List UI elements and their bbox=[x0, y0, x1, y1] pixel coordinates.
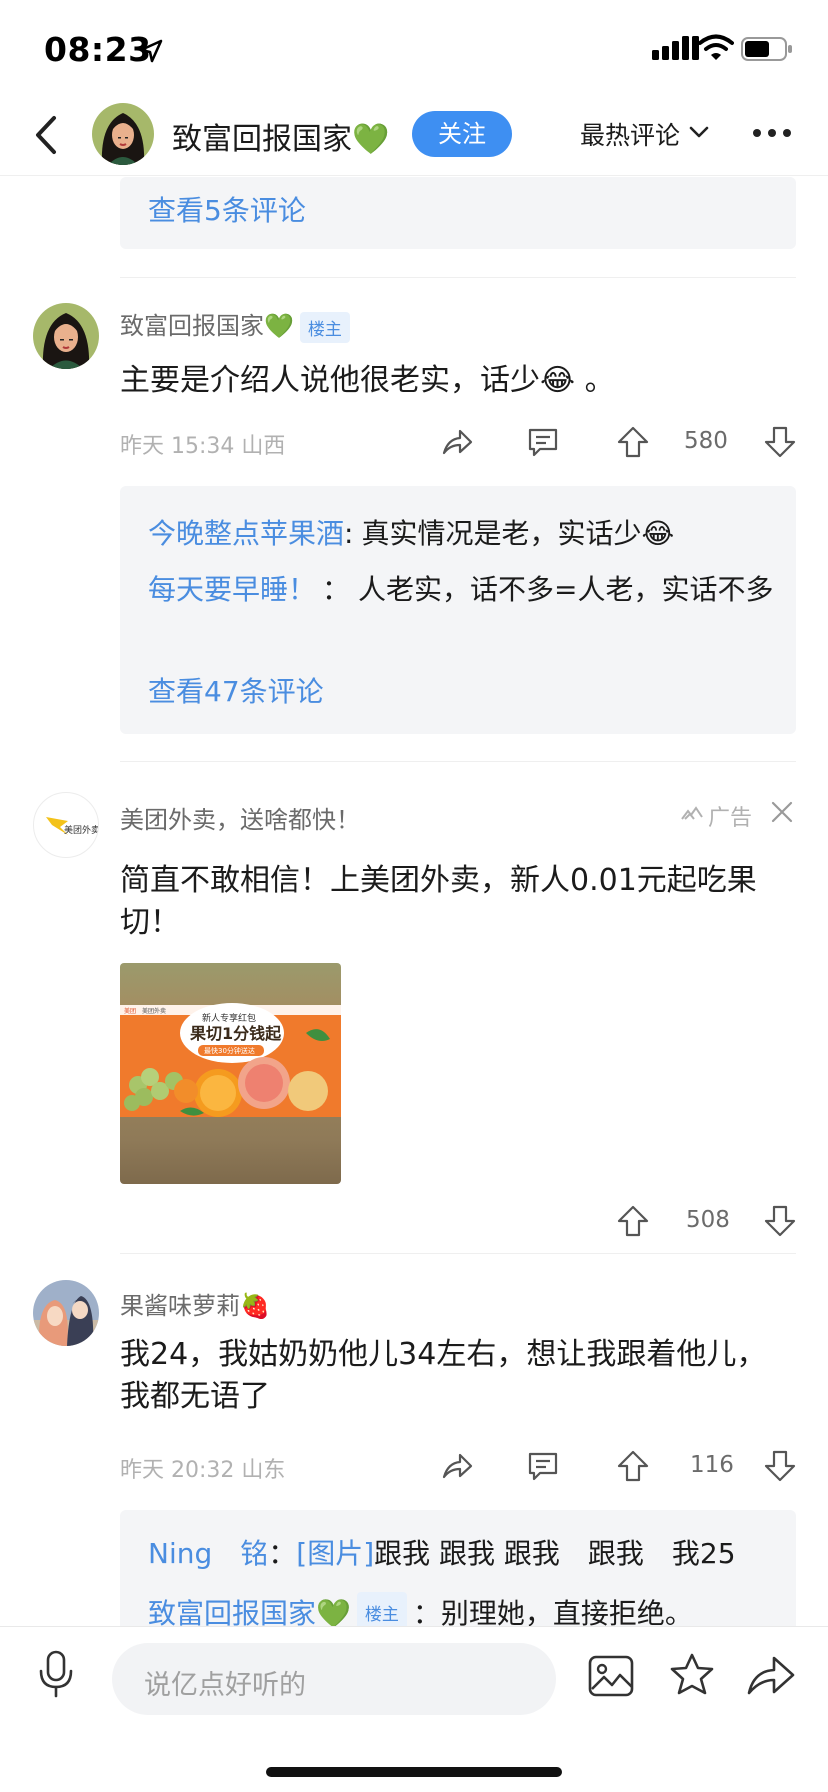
ad-image[interactable]: 美团 美团外卖 新人专享红包 果切1分钱起 最快30分钟送达 bbox=[120, 963, 341, 1184]
commenter-avatar[interactable] bbox=[33, 303, 99, 369]
reply-item: Ning 铭：[图片]跟我 跟我 跟我 跟我 我25 bbox=[148, 1534, 788, 1574]
sort-selector-label[interactable]: 最热评论 bbox=[580, 116, 680, 152]
back-arrow-icon[interactable] bbox=[32, 114, 62, 156]
fruit-banner-image: 美团 美团外卖 新人专享红包 果切1分钱起 最快30分钟送达 bbox=[120, 963, 341, 1184]
commenter-name[interactable]: 致富回报国家💚 楼主 bbox=[120, 306, 350, 343]
anime-couple-avatar-icon bbox=[33, 1280, 99, 1346]
reply-item: 每天要早睡！：人老实，话不多=人老，实话不多 bbox=[148, 570, 778, 610]
reply-comment-icon[interactable] bbox=[526, 425, 560, 459]
commenter-avatar[interactable] bbox=[33, 1280, 99, 1346]
wifi-icon bbox=[698, 34, 734, 60]
meituan-logo-icon: 美团外卖 bbox=[46, 817, 99, 836]
downvote-arrow-icon[interactable] bbox=[763, 1449, 797, 1483]
comment-time-location: 昨天 20:32 山东 bbox=[120, 1458, 286, 1483]
banner-subline: 最快30分钟送达 bbox=[204, 1046, 255, 1055]
ad-label: 广告 bbox=[708, 806, 753, 831]
location-arrow-icon bbox=[139, 39, 163, 63]
author-name[interactable]: 致富回报国家💚 bbox=[172, 114, 389, 158]
reply-user[interactable]: Ning 铭 bbox=[148, 1537, 268, 1570]
comment-text: 主要是介绍人说他很老实，话少😂 。 bbox=[120, 363, 615, 398]
comment-input[interactable]: 说亿点好听的 bbox=[112, 1643, 556, 1715]
view-more-replies-link[interactable]: 查看47条评论 bbox=[148, 670, 324, 710]
banner-brand-right: 美团外卖 bbox=[142, 1007, 166, 1015]
like-count: 116 bbox=[690, 1452, 734, 1478]
reply-image-link[interactable]: [图片] bbox=[296, 1537, 374, 1570]
home-indicator bbox=[266, 1767, 562, 1777]
banner-headline: 果切1分钱起 bbox=[189, 1024, 282, 1043]
reply-text: 跟我 跟我 跟我 跟我 我25 bbox=[374, 1537, 736, 1570]
like-count: 580 bbox=[684, 428, 728, 454]
status-time: 08:23 bbox=[44, 30, 152, 69]
woman-portrait-icon bbox=[92, 103, 154, 165]
reply-comment-icon[interactable] bbox=[526, 1449, 560, 1483]
image-picker-icon[interactable] bbox=[588, 1655, 634, 1697]
nav-header: 致富回报国家💚 关注 最热评论 bbox=[0, 96, 828, 176]
close-icon[interactable] bbox=[770, 800, 794, 824]
reply-box: Ning 铭：[图片]跟我 跟我 跟我 跟我 我25 致富回报国家💚 楼主 ：别理她… bbox=[120, 1510, 796, 1640]
ad-mark-icon bbox=[681, 806, 703, 820]
op-badge: 楼主 bbox=[299, 311, 350, 343]
divider bbox=[120, 1253, 796, 1254]
ad-text: 简直不敢相信！上美团外卖，新人0.01元起吃果切！ bbox=[120, 863, 757, 940]
more-options-icon[interactable] bbox=[752, 126, 792, 140]
upvote-arrow-icon[interactable] bbox=[616, 425, 650, 459]
reply-separator: : bbox=[344, 517, 354, 550]
advertiser-name[interactable]: 美团外卖，送啥都快！ bbox=[120, 800, 360, 835]
reply-separator: ： bbox=[268, 1537, 297, 1570]
banner-brand-left: 美团 bbox=[124, 1007, 136, 1015]
follow-button[interactable]: 关注 bbox=[412, 111, 512, 157]
advertiser-logo[interactable]: 美团外卖 bbox=[33, 792, 99, 858]
woman-portrait-icon bbox=[33, 303, 99, 369]
reply-item: 今晚整点苹果酒: 真实情况是老，实话少😂 bbox=[148, 514, 778, 554]
reply-user[interactable]: 今晚整点苹果酒 bbox=[148, 517, 344, 550]
commenter-name[interactable]: 果酱味萝莉🍓 bbox=[120, 1286, 270, 1321]
reply-box: 今晚整点苹果酒: 真实情况是老，实话少😂 每天要早睡！：人老实，话不多=人老，实话… bbox=[120, 486, 796, 734]
view-more-replies-link[interactable]: 查看5条评论 bbox=[148, 189, 306, 229]
reply-user[interactable]: 每天要早睡！ bbox=[148, 573, 316, 606]
commenter-name-text[interactable]: 致富回报国家💚 bbox=[120, 312, 294, 340]
comment-input-placeholder: 说亿点好听的 bbox=[144, 1670, 306, 1701]
reply-text: 人老实，话不多=人老，实话不多 bbox=[358, 573, 774, 606]
share-icon[interactable] bbox=[440, 425, 474, 459]
downvote-arrow-icon[interactable] bbox=[763, 425, 797, 459]
bottom-input-bar: 说亿点好听的 bbox=[0, 1626, 828, 1792]
battery-icon bbox=[741, 37, 792, 61]
divider bbox=[120, 761, 796, 762]
comment-text: 我24，我姑奶奶他儿34左右，想让我跟着他儿，我都无语了 bbox=[120, 1337, 767, 1414]
divider bbox=[120, 277, 796, 278]
banner-headline-small: 新人专享红包 bbox=[202, 1012, 256, 1024]
share-icon[interactable] bbox=[440, 1449, 474, 1483]
author-avatar[interactable] bbox=[92, 103, 154, 165]
upvote-arrow-icon[interactable] bbox=[616, 1449, 650, 1483]
like-count: 508 bbox=[686, 1207, 730, 1233]
reply-separator: ： bbox=[322, 573, 351, 606]
comment-time-location: 昨天 15:34 山西 bbox=[120, 434, 286, 459]
chevron-down-icon[interactable] bbox=[688, 124, 710, 140]
microphone-icon[interactable] bbox=[36, 1649, 76, 1699]
downvote-arrow-icon[interactable] bbox=[763, 1204, 797, 1238]
status-bar: 08:23 bbox=[0, 0, 828, 96]
upvote-arrow-icon[interactable] bbox=[616, 1204, 650, 1238]
reply-text: 真实情况是老，实话少😂 bbox=[361, 517, 675, 550]
favorite-star-icon[interactable] bbox=[668, 1651, 716, 1699]
reply-box-fragment: 查看5条评论 bbox=[120, 177, 796, 249]
advertiser-logo-text: 美团外卖 bbox=[64, 824, 99, 836]
cellular-signal-icon bbox=[652, 36, 699, 60]
share-icon[interactable] bbox=[746, 1653, 796, 1697]
